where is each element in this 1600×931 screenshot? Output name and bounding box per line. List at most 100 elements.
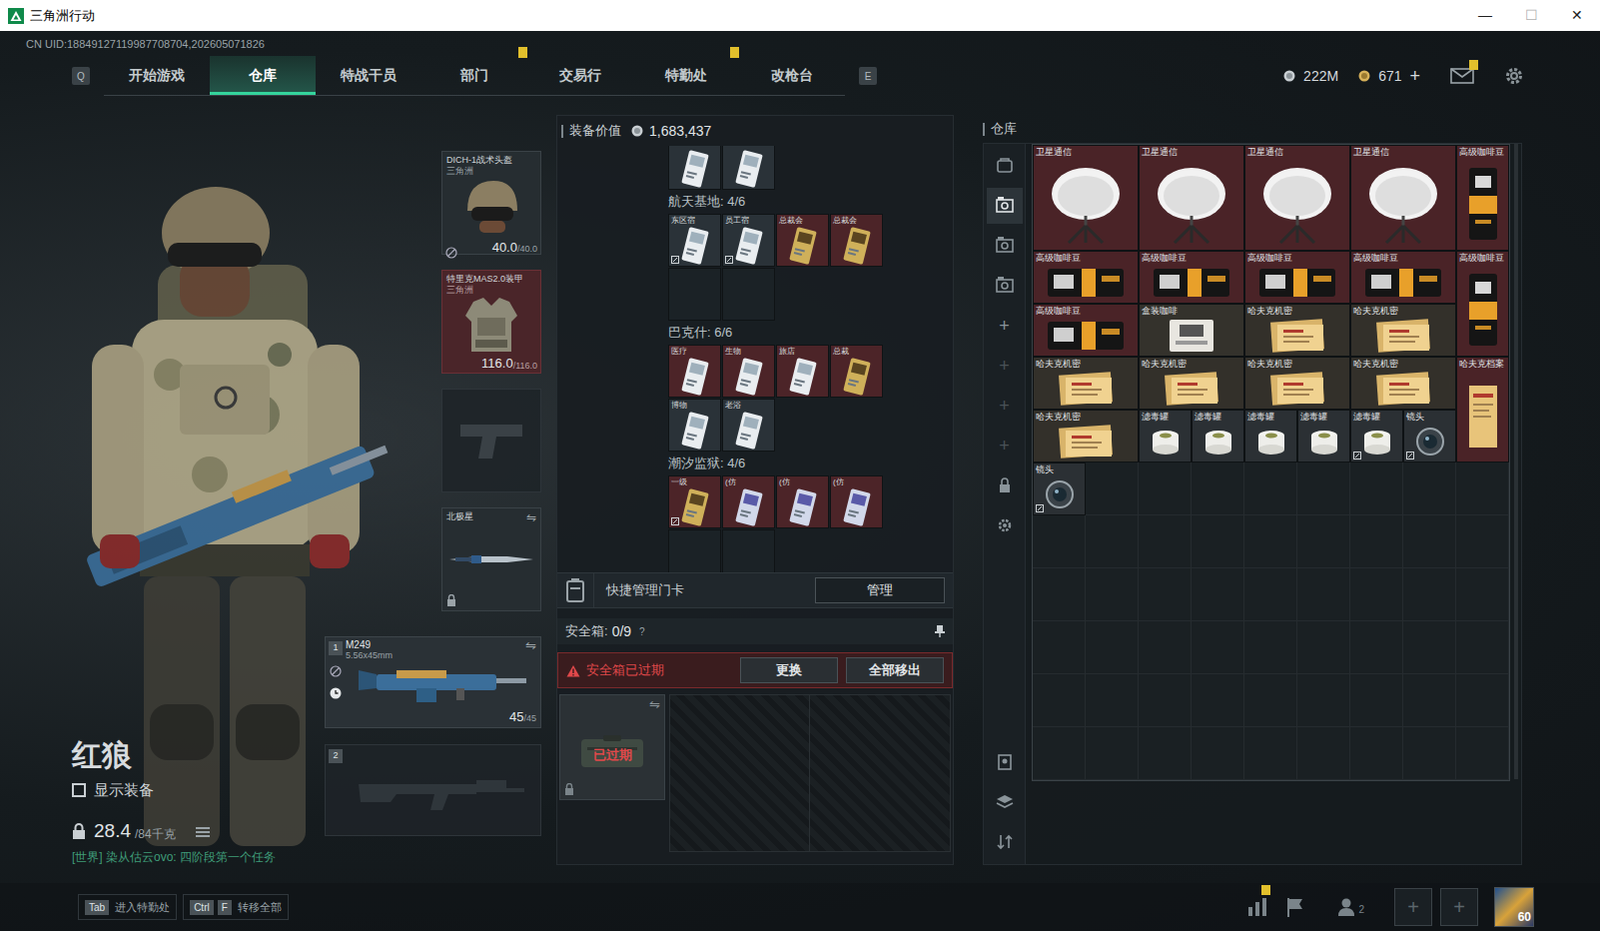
empty-stash-cell[interactable] [1191, 462, 1245, 516]
empty-stash-cell[interactable] [1085, 515, 1139, 569]
keycard-slot[interactable] [722, 145, 776, 190]
stash-item[interactable]: 高级咖啡豆 [1032, 250, 1139, 304]
nav-tab[interactable]: 改枪台 [739, 55, 845, 95]
stash-item[interactable]: 哈夫克机密 [1032, 356, 1139, 410]
empty-stash-cell[interactable] [1191, 568, 1245, 622]
stash-item[interactable]: 卫星通信 [1244, 144, 1351, 251]
safebox-case[interactable]: ⇋已过期 [559, 694, 666, 800]
empty-stash-cell[interactable] [1297, 727, 1351, 781]
empty-stash-cell[interactable] [1403, 727, 1457, 781]
stash-item[interactable]: 滤毒罐 [1191, 409, 1245, 463]
stash-tab[interactable] [986, 467, 1023, 504]
stash-scrollbar[interactable] [1514, 143, 1519, 780]
add-stash-button[interactable]: + [998, 312, 1010, 340]
empty-stash-cell[interactable] [1244, 621, 1298, 675]
settings-button[interactable] [1504, 65, 1525, 86]
help-button[interactable]: ? [639, 624, 646, 640]
empty-stash-cell[interactable] [1297, 621, 1351, 675]
stash-item[interactable]: 滤毒罐 [1297, 409, 1351, 463]
empty-stash-cell[interactable] [1456, 568, 1510, 622]
window-control-button[interactable]: ☐ [1508, 0, 1555, 31]
empty-stash-cell[interactable] [1297, 568, 1351, 622]
keycard-slot[interactable]: 博物 [668, 398, 722, 452]
empty-stash-cell[interactable] [1350, 621, 1404, 675]
empty-stash-cell[interactable] [1244, 568, 1298, 622]
stash-item[interactable]: 高级咖啡豆 [1350, 250, 1457, 304]
nav-tab[interactable]: 仓库 [209, 55, 316, 95]
empty-stash-cell[interactable] [1191, 621, 1245, 675]
stash-item[interactable]: 哈夫克机密 [1138, 356, 1245, 410]
keycard-slot[interactable]: 医疗 [668, 344, 722, 398]
keycard-slot[interactable]: 一级 [668, 475, 722, 529]
stash-tab[interactable] [986, 507, 1023, 544]
keycard-slot[interactable]: (仿 [776, 475, 829, 529]
empty-stash-cell[interactable] [1032, 568, 1086, 622]
stash-item[interactable]: 哈夫克机密 [1032, 409, 1139, 463]
keycard-slot[interactable]: 旅店 [776, 344, 829, 398]
keycard-slot[interactable]: 总裁 [829, 344, 883, 398]
empty-stash-cell[interactable] [1085, 674, 1139, 728]
empty-stash-cell[interactable] [1403, 515, 1457, 569]
empty-stash-cell[interactable] [1456, 462, 1510, 516]
empty-stash-cell[interactable] [1403, 621, 1457, 675]
keycard-slot[interactable]: (仿 [722, 475, 776, 529]
safebox-button[interactable]: 全部移出 [845, 657, 944, 684]
empty-stash-cell[interactable] [1032, 515, 1086, 569]
empty-stash-cell[interactable] [1350, 568, 1404, 622]
stash-tab[interactable] [986, 784, 1023, 820]
nav-tab[interactable]: 开始游戏 [103, 55, 210, 95]
keycard-slot[interactable]: 生物 [722, 344, 776, 398]
empty-stash-cell[interactable] [1244, 462, 1298, 516]
empty-stash-cell[interactable] [1085, 727, 1139, 781]
stash-tab[interactable] [986, 823, 1023, 860]
swap-button[interactable]: ⇋ [649, 695, 665, 716]
stash-tab[interactable] [986, 187, 1023, 224]
empty-stash-cell[interactable] [1138, 727, 1192, 781]
keycard-slot[interactable]: 员工宿 [722, 213, 776, 267]
pistol-slot[interactable] [441, 388, 542, 493]
stash-tab[interactable] [986, 744, 1023, 781]
keycard-slot[interactable]: 老浴 [722, 398, 776, 452]
invite-slot[interactable]: + [1394, 887, 1433, 926]
window-control-button[interactable]: — [1462, 0, 1509, 31]
stash-item[interactable]: 高级咖啡豆 [1456, 144, 1510, 251]
armor-slot[interactable]: 特里克MAS2.0装甲三角洲116.0/116.0 [441, 269, 542, 374]
empty-stash-cell[interactable] [1085, 462, 1139, 516]
keycard-slot[interactable]: 总裁会 [829, 213, 883, 267]
empty-stash-cell[interactable] [1138, 674, 1192, 728]
empty-stash-cell[interactable] [1138, 462, 1192, 516]
shortcut-hint[interactable]: Tab进入特勤处 [77, 893, 177, 920]
player-avatar[interactable]: 60 [1494, 886, 1535, 927]
empty-stash-cell[interactable] [1456, 515, 1510, 569]
stash-tab[interactable]: + [986, 307, 1023, 344]
empty-stash-cell[interactable] [1403, 462, 1457, 516]
empty-stash-cell[interactable] [1350, 515, 1404, 569]
weapon-slot[interactable]: 2 [324, 744, 542, 836]
empty-stash-cell[interactable] [1138, 515, 1192, 569]
stash-item[interactable]: 哈夫克机密 [1244, 356, 1351, 410]
safebox-button[interactable]: 更换 [740, 657, 838, 684]
empty-stash-cell[interactable] [1244, 727, 1298, 781]
nav-tab[interactable]: 交易行 [527, 55, 634, 95]
stash-item[interactable]: 卫星通信 [1032, 144, 1139, 251]
stash-item[interactable]: 高级咖啡豆 [1032, 303, 1139, 357]
mail-button[interactable] [1450, 66, 1475, 85]
stash-item[interactable]: 镜头 [1403, 409, 1457, 463]
empty-stash-cell[interactable] [1085, 621, 1139, 675]
swap-button[interactable]: ⇋ [526, 511, 537, 524]
stash-tab[interactable] [986, 227, 1023, 264]
stash-item[interactable]: 高级咖啡豆 [1456, 250, 1510, 357]
empty-stash-cell[interactable] [1085, 568, 1139, 622]
keycard-slot[interactable]: 总裁会 [776, 213, 829, 267]
stash-item[interactable]: 滤毒罐 [1138, 409, 1192, 463]
nav-tab[interactable]: 部门 [421, 55, 528, 95]
empty-stash-cell[interactable] [1244, 515, 1298, 569]
empty-stash-cell[interactable] [1032, 621, 1086, 675]
stash-tab[interactable] [986, 147, 1023, 184]
empty-stash-cell[interactable] [1297, 674, 1351, 728]
nav-tab[interactable]: 特勤处 [633, 55, 740, 95]
mission-button[interactable] [1284, 895, 1307, 918]
stash-item[interactable]: 滤毒罐 [1244, 409, 1298, 463]
stash-item[interactable]: 盒装咖啡 [1138, 303, 1245, 357]
stash-item[interactable]: 卫星通信 [1138, 144, 1245, 251]
